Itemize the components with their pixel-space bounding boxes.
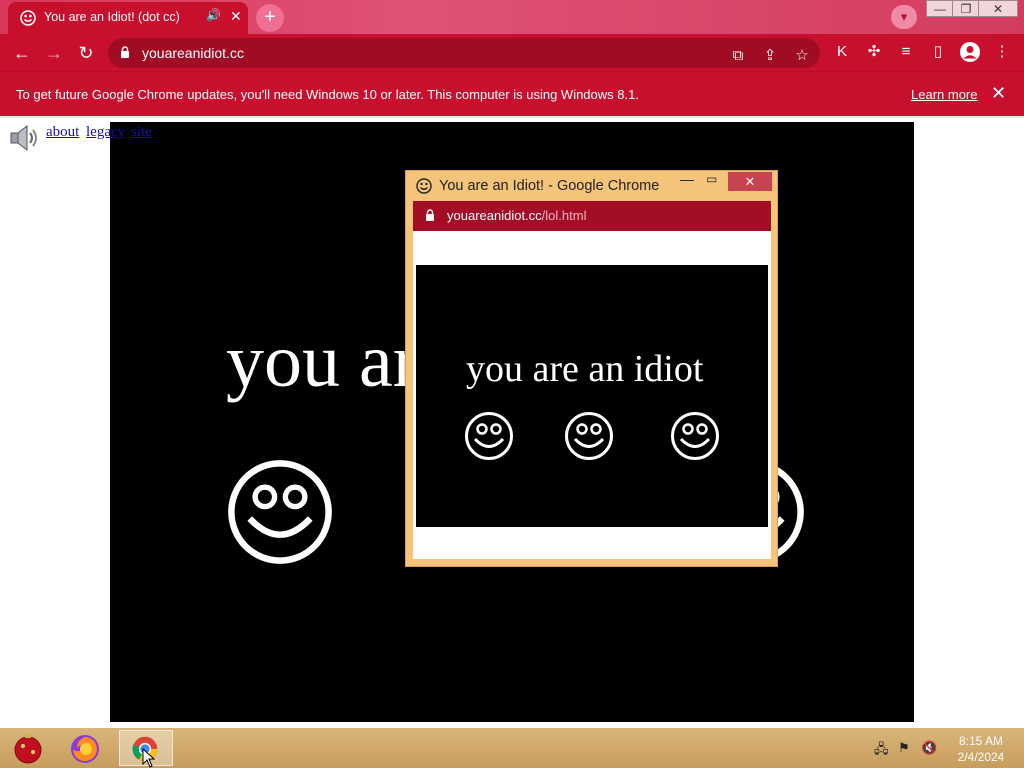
popup-maximize-button[interactable]: ▭ — [706, 172, 717, 186]
learn-more-link[interactable]: Learn more — [911, 87, 977, 102]
speaker-audio-icon[interactable]: 🔊 — [206, 8, 221, 22]
system-clock[interactable]: 8:15 AM 2/4/2024 — [950, 733, 1012, 765]
smiley-face-icon — [565, 412, 613, 460]
toolbar-divider — [0, 116, 1024, 118]
back-arrow-icon[interactable]: ← — [9, 40, 35, 66]
infobar-close-button[interactable]: ✕ — [991, 83, 1006, 104]
lock-icon — [121, 46, 129, 58]
tab-search-chevron-icon[interactable]: ▾ — [891, 5, 917, 29]
clock-date: 2/4/2024 — [957, 750, 1005, 764]
close-window-button[interactable]: ✕ — [978, 0, 1018, 17]
smiley-face-icon — [465, 412, 513, 460]
ornament-app-icon[interactable] — [6, 730, 50, 766]
popup-address-bar: youareanidiot.cc/lol.html — [413, 201, 771, 231]
speaker-icon[interactable] — [8, 122, 40, 154]
volume-muted-icon[interactable]: 🔇 — [921, 740, 937, 756]
network-icon[interactable]: 🖧 — [874, 740, 889, 762]
action-center-flag-icon[interactable]: ⚑ — [898, 740, 910, 756]
forward-arrow-icon[interactable]: → — [41, 40, 67, 66]
popup-animation-area: you are an idiot — [416, 265, 768, 527]
bookmark-star-icon[interactable]: ☆ — [790, 44, 814, 68]
tab-close-button[interactable]: ✕ — [230, 8, 242, 25]
infobar-message: To get future Google Chrome updates, you… — [16, 87, 639, 102]
extension-k-icon[interactable]: K — [830, 40, 854, 64]
lock-icon — [426, 209, 434, 221]
menu-kebab-icon[interactable]: ⋮ — [990, 40, 1014, 64]
taskbar: 🖧 ⚑ 🔇 8:15 AM 2/4/2024 — [0, 728, 1024, 768]
profile-avatar-icon[interactable] — [959, 41, 981, 63]
media-control-icon[interactable]: ≡ — [894, 40, 918, 64]
clock-time: 8:15 AM — [958, 734, 1004, 748]
extensions-puzzle-icon[interactable]: ✣ — [862, 40, 886, 64]
popup-idiot-text: you are an idiot — [466, 348, 704, 390]
popup-close-button[interactable]: ✕ — [728, 172, 772, 191]
address-bar[interactable]: youareanidiot.cc ⧉ ⇪ ☆ — [108, 38, 820, 68]
mouse-cursor-icon — [142, 748, 156, 768]
update-infobar: To get future Google Chrome updates, you… — [0, 71, 1024, 117]
tab-title: You are an Idiot! (dot cc) — [44, 10, 180, 24]
reload-icon[interactable]: ↻ — [73, 40, 99, 66]
maximize-button[interactable]: ❐ — [952, 0, 980, 17]
popup-url-path: /lol.html — [541, 208, 587, 223]
legacy-link[interactable]: legacy — [86, 124, 125, 141]
smiley-face-icon — [671, 412, 719, 460]
about-link[interactable]: about — [46, 124, 79, 141]
share-icon[interactable]: ⇪ — [758, 44, 782, 68]
popup-url: youareanidiot.cc/lol.html — [447, 208, 586, 223]
tab-strip: You are an Idiot! (dot cc) 🔊 ✕ + ▾ — ❐ ✕ — [0, 0, 1024, 34]
smiley-favicon-icon — [20, 10, 36, 26]
url-text: youareanidiot.cc — [142, 45, 244, 61]
browser-toolbar: ← → ↻ youareanidiot.cc ⧉ ⇪ ☆ K ✣ ≡ ▯ ⋮ — [0, 34, 1024, 71]
firefox-icon[interactable] — [63, 730, 107, 766]
popup-content: you are an idiot — [413, 231, 771, 559]
minimize-button[interactable]: — — [926, 0, 954, 17]
smiley-favicon-icon — [416, 178, 432, 194]
popup-url-domain: youareanidiot.cc — [447, 208, 542, 223]
smiley-face-icon — [228, 460, 332, 564]
new-tab-button[interactable]: + — [256, 4, 284, 32]
popup-window[interactable]: You are an Idiot! - Google Chrome — ▭ ✕ … — [405, 170, 778, 567]
side-panel-icon[interactable]: ▯ — [926, 40, 950, 64]
popup-title: You are an Idiot! - Google Chrome — [439, 178, 660, 194]
popup-blocked-icon[interactable]: ⧉ — [726, 44, 750, 68]
site-link[interactable]: site — [131, 124, 152, 141]
tab-youareanidiot[interactable]: You are an Idiot! (dot cc) 🔊 ✕ — [8, 2, 248, 34]
popup-minimize-button[interactable]: — — [680, 171, 694, 187]
